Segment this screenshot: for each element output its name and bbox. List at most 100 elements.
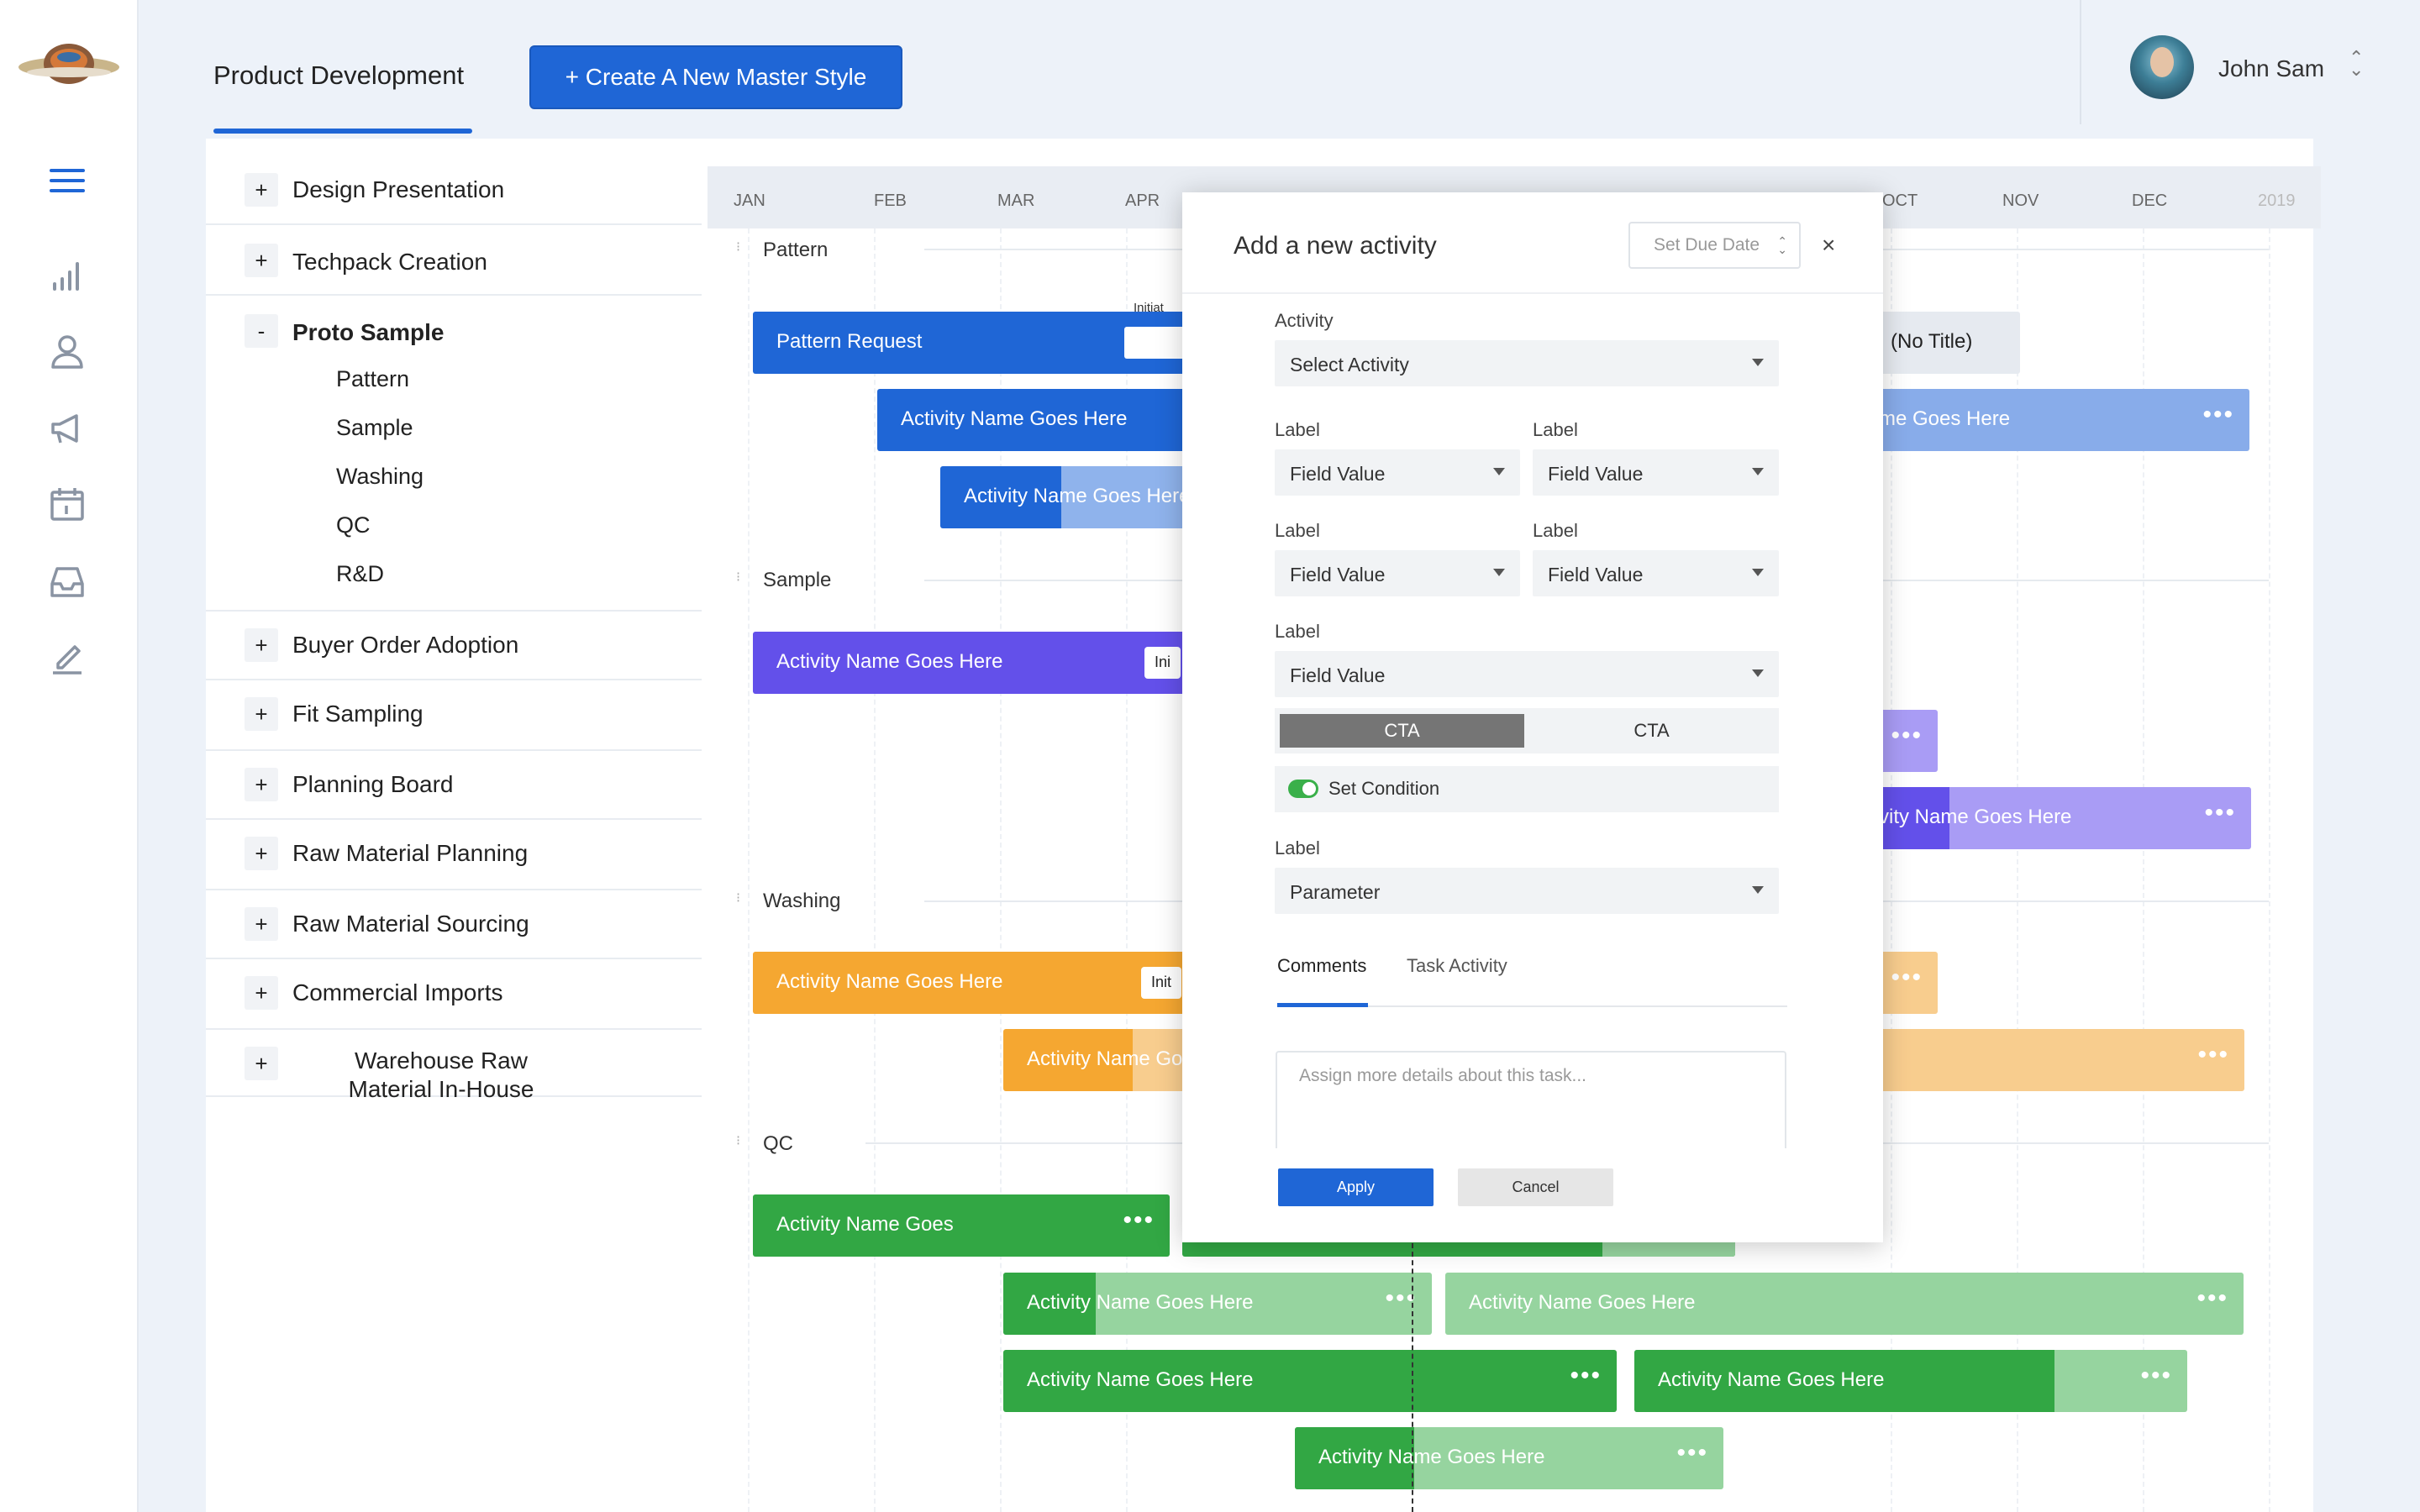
drag-handle-icon[interactable]: ⁝	[736, 1132, 740, 1149]
more-options-icon[interactable]: •••	[2202, 401, 2234, 429]
drag-handle-icon[interactable]: ⁝	[736, 890, 740, 906]
grid-line	[748, 228, 750, 1512]
menu-icon[interactable]	[42, 155, 92, 206]
expand-toggle[interactable]: +	[245, 628, 278, 662]
page-title[interactable]: Product Development	[213, 60, 464, 91]
more-options-icon[interactable]: •••	[1676, 1439, 1708, 1467]
activity-bar[interactable]: Activity Name Goes Here	[940, 466, 1188, 528]
activity-bar[interactable]: Activity Name Go	[1003, 1029, 1190, 1091]
header-divider	[2080, 0, 2081, 124]
tree-item-planning-board[interactable]: + Planning Board	[206, 751, 702, 820]
tree-item-buyer-order-adoption[interactable]: + Buyer Order Adoption	[206, 612, 702, 680]
activity-field-label: Activity	[1275, 310, 1334, 331]
activity-bar[interactable]: Activity Name Goes Here	[877, 389, 1188, 451]
expand-toggle[interactable]: +	[245, 173, 278, 207]
activity-bar[interactable]: Activity Name Goes Here •••	[1445, 1273, 2244, 1335]
activity-bar[interactable]: Activity Name Goes Here •••	[1003, 1273, 1432, 1335]
inbox-icon[interactable]	[42, 556, 92, 606]
tab-comments[interactable]: Comments	[1277, 955, 1366, 977]
expand-toggle[interactable]: +	[245, 907, 278, 941]
tab-task-activity[interactable]: Task Activity	[1407, 955, 1507, 977]
tree-item-fit-sampling[interactable]: + Fit Sampling	[206, 680, 702, 751]
tree-item-label: Proto Sample	[292, 319, 445, 345]
more-options-icon[interactable]: •••	[1891, 963, 1923, 992]
more-options-icon[interactable]: •••	[2140, 1362, 2172, 1390]
activity-bar[interactable]: Activity Name Goes Here •••	[1003, 1350, 1617, 1412]
tree-item-commercial-imports[interactable]: + Commercial Imports	[206, 959, 702, 1030]
activity-label: Activity Name Goes Here	[964, 485, 1188, 507]
tree-item-techpack-creation[interactable]: + Techpack Creation	[206, 225, 702, 296]
calendar-icon[interactable]	[42, 479, 92, 529]
tree-item-raw-material-sourcing[interactable]: + Raw Material Sourcing	[206, 890, 702, 959]
activity-bar[interactable]: •••	[1879, 952, 1938, 1014]
due-date-label: Set Due Date	[1654, 235, 1760, 255]
activity-select[interactable]: Select Activity	[1275, 340, 1779, 386]
field-select[interactable]: Field Value	[1533, 550, 1779, 596]
activity-bar[interactable]: •••	[1879, 1029, 2244, 1091]
tree-item-design-presentation[interactable]: + Design Presentation	[206, 156, 702, 225]
activity-bar[interactable]: Activity Name Goes Here •••	[1295, 1427, 1723, 1489]
chart-icon[interactable]	[42, 249, 92, 300]
expand-toggle[interactable]: +	[245, 837, 278, 870]
tree-subitem-sample[interactable]: Sample	[336, 415, 413, 441]
more-options-icon[interactable]: •••	[1570, 1362, 1602, 1390]
tree-item-proto-sample[interactable]: - Proto Sample	[206, 296, 702, 612]
due-date-select[interactable]: Set Due Date ⌃ ⌄	[1628, 222, 1801, 269]
initiate-tag: Init	[1141, 967, 1182, 999]
user-menu-caret-icon[interactable]: ⌃ ⌄	[2349, 49, 2364, 79]
dropdown-arrow-icon	[1752, 468, 1764, 475]
field-select[interactable]: Field Value	[1533, 449, 1779, 496]
drag-handle-icon[interactable]: ⁝	[736, 569, 740, 585]
set-condition-toggle[interactable]	[1288, 780, 1318, 798]
apply-button[interactable]: Apply	[1278, 1168, 1434, 1206]
create-master-style-button[interactable]: + Create A New Master Style	[529, 45, 902, 109]
more-options-icon[interactable]: •••	[1891, 722, 1923, 750]
parameter-select[interactable]: Parameter	[1275, 868, 1779, 914]
more-options-icon[interactable]: •••	[2196, 1284, 2228, 1313]
tree-item-raw-material-planning[interactable]: + Raw Material Planning	[206, 820, 702, 890]
comment-textarea[interactable]: Assign more details about this task...	[1276, 1051, 1786, 1148]
tree-item-warehouse-raw-material[interactable]: + Warehouse Raw Material In-House	[206, 1030, 702, 1102]
more-options-icon[interactable]: •••	[1123, 1206, 1155, 1235]
drag-handle-icon[interactable]: ⁝	[736, 239, 740, 255]
close-icon[interactable]: ×	[1822, 232, 1835, 259]
user-icon[interactable]	[42, 326, 92, 376]
expand-toggle[interactable]: +	[245, 1047, 278, 1080]
activity-bar[interactable]: Activity Name Goes •••	[753, 1194, 1170, 1257]
megaphone-icon[interactable]	[42, 403, 92, 454]
expand-toggle[interactable]: +	[245, 768, 278, 801]
cta-primary-button[interactable]: CTA	[1280, 714, 1524, 748]
field-select[interactable]: Field Value	[1275, 550, 1520, 596]
field-select[interactable]: Field Value	[1275, 651, 1779, 697]
tree-subitem-rnd[interactable]: R&D	[336, 561, 384, 587]
tree-item-label: Commercial Imports	[292, 979, 503, 1005]
activity-bar[interactable]: Activity Name Goes Here •••	[1634, 1350, 2187, 1412]
activity-bar[interactable]: Activity Name Goes Here Ini	[753, 632, 1190, 694]
user-name[interactable]: John Sam	[2218, 55, 2324, 82]
initiate-caption: Initiat	[1134, 301, 1164, 315]
tree-subitem-qc[interactable]: QC	[336, 512, 371, 538]
activity-bar[interactable]: me Goes Here •••	[1879, 389, 2249, 451]
activity-bar[interactable]: Pattern Request	[753, 312, 1190, 374]
tree-subitem-washing[interactable]: Washing	[336, 464, 424, 490]
avatar[interactable]	[2130, 35, 2194, 99]
dropdown-arrow-icon	[1493, 468, 1505, 475]
cta-secondary-button[interactable]: CTA	[1529, 714, 1774, 748]
tree-item-label: Raw Material Planning	[292, 840, 529, 866]
activity-bar-untitled[interactable]: (No Title)	[1879, 312, 2020, 374]
brand-logo	[18, 44, 119, 84]
field-select[interactable]: Field Value	[1275, 449, 1520, 496]
set-condition-label: Set Condition	[1328, 778, 1440, 799]
expand-toggle[interactable]: +	[245, 697, 278, 731]
expand-toggle[interactable]: +	[245, 976, 278, 1010]
more-options-icon[interactable]: •••	[2204, 799, 2236, 827]
tree-subitem-pattern[interactable]: Pattern	[336, 366, 409, 392]
activity-bar[interactable]: •••	[1879, 710, 1938, 772]
activity-bar[interactable]: vity Name Goes Here •••	[1879, 787, 2251, 849]
more-options-icon[interactable]: •••	[2197, 1041, 2229, 1069]
collapse-toggle[interactable]: -	[245, 314, 278, 348]
cancel-button[interactable]: Cancel	[1458, 1168, 1613, 1206]
expand-toggle[interactable]: +	[245, 244, 278, 277]
activity-bar[interactable]: Activity Name Goes Here Init	[753, 952, 1190, 1014]
edit-icon[interactable]	[42, 633, 92, 683]
